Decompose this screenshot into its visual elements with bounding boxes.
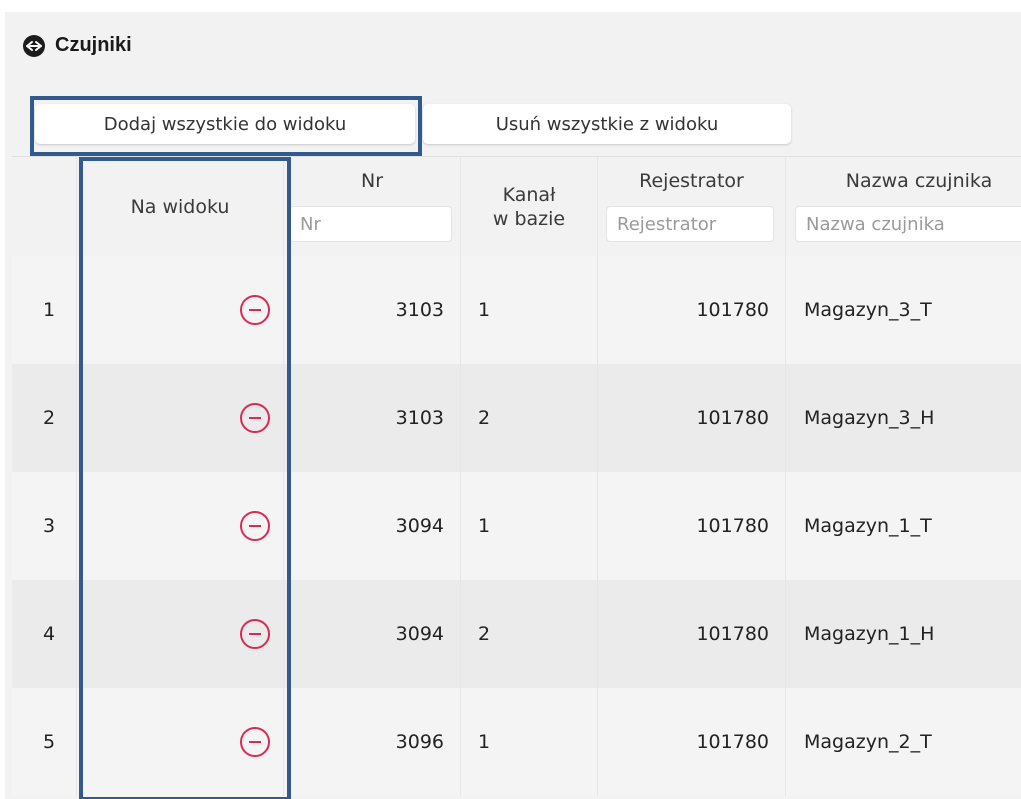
na-widoku-cell (77, 256, 284, 364)
nazwa-czujnika-cell: Magazyn_3_T (786, 256, 1021, 364)
table-header: Na widoku Nr Kanał w bazie Rejestrator (12, 156, 1021, 256)
column-header-nr[interactable]: Nr (284, 156, 461, 256)
nr-cell: 3096 (284, 688, 461, 796)
table-row[interactable]: 2 3103 2 101780 Magazyn_3_H (12, 364, 1021, 472)
kanal-cell: 2 (461, 364, 598, 472)
nr-filter-input[interactable] (289, 206, 452, 242)
kanal-cell: 1 (461, 256, 598, 364)
nazwa-czujnika-cell: Magazyn_2_T (786, 688, 1021, 796)
panel-title: Czujniki (55, 34, 132, 56)
row-index: 1 (12, 256, 77, 364)
column-header-label: Kanał (502, 183, 556, 206)
table-row[interactable]: 1 3103 1 101780 Magazyn_3_T (12, 256, 1021, 364)
remove-from-view-icon[interactable] (240, 403, 270, 433)
panel-header: Czujniki (23, 34, 132, 57)
remove-from-view-icon[interactable] (240, 727, 270, 757)
sensors-table: Na widoku Nr Kanał w bazie Rejestrator (12, 156, 1021, 796)
remove-from-view-icon[interactable] (240, 295, 270, 325)
row-index: 5 (12, 688, 77, 796)
rejestrator-cell: 101780 (598, 688, 786, 796)
kanal-cell: 1 (461, 472, 598, 580)
column-header-label: Rejestrator (639, 170, 744, 192)
column-header-na-widoku[interactable]: Na widoku (77, 156, 284, 256)
sensors-panel: Czujniki Dodaj wszystkie do widoku Usuń … (5, 12, 1021, 799)
remove-all-from-view-button[interactable]: Usuń wszystkie z widoku (423, 104, 791, 144)
add-all-to-view-button[interactable]: Dodaj wszystkie do widoku (35, 104, 415, 144)
nazwa-czujnika-cell: Magazyn_3_H (786, 364, 1021, 472)
table-row[interactable]: 4 3094 2 101780 Magazyn_1_H (12, 580, 1021, 688)
nr-cell: 3094 (284, 472, 461, 580)
kanal-cell: 1 (461, 688, 598, 796)
column-header-label: w bazie (492, 207, 566, 230)
column-header-label: Nazwa czujnika (845, 170, 993, 192)
nr-cell: 3103 (284, 364, 461, 472)
na-widoku-cell (77, 580, 284, 688)
rejestrator-cell: 101780 (598, 256, 786, 364)
nazwa-czujnika-filter-input[interactable] (795, 206, 1021, 242)
column-header-label: Na widoku (130, 195, 230, 218)
table-row[interactable]: 3 3094 1 101780 Magazyn_1_T (12, 472, 1021, 580)
rejestrator-cell: 101780 (598, 580, 786, 688)
remove-from-view-icon[interactable] (240, 619, 270, 649)
table-row[interactable]: 5 3096 1 101780 Magazyn_2_T (12, 688, 1021, 796)
column-header-index (12, 156, 77, 256)
row-index: 2 (12, 364, 77, 472)
column-header-nazwa-czujnika[interactable]: Nazwa czujnika (786, 156, 1021, 256)
nazwa-czujnika-cell: Magazyn_1_T (786, 472, 1021, 580)
column-header-label: Nr (360, 170, 384, 192)
na-widoku-cell (77, 688, 284, 796)
nr-cell: 3103 (284, 256, 461, 364)
rejestrator-cell: 101780 (598, 364, 786, 472)
kanal-cell: 2 (461, 580, 598, 688)
na-widoku-cell (77, 364, 284, 472)
nazwa-czujnika-cell: Magazyn_1_H (786, 580, 1021, 688)
remove-from-view-icon[interactable] (240, 511, 270, 541)
column-header-kanal[interactable]: Kanał w bazie (461, 156, 598, 256)
row-index: 4 (12, 580, 77, 688)
rejestrator-filter-input[interactable] (606, 206, 774, 242)
row-index: 3 (12, 472, 77, 580)
sensor-icon (23, 34, 45, 57)
nr-cell: 3094 (284, 580, 461, 688)
column-header-rejestrator[interactable]: Rejestrator (598, 156, 786, 256)
rejestrator-cell: 101780 (598, 472, 786, 580)
na-widoku-cell (77, 472, 284, 580)
